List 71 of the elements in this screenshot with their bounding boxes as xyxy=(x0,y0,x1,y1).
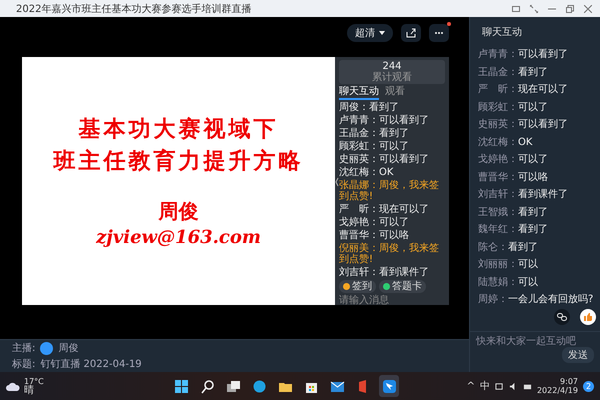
panel-action-button[interactable]: 答题卡 xyxy=(379,280,426,293)
more-button[interactable] xyxy=(429,24,449,42)
collapse-icon[interactable] xyxy=(335,177,339,187)
chat-message: 周俊：看到了 xyxy=(339,102,400,113)
panel-tab[interactable]: 聊天互动 xyxy=(339,86,379,100)
cloud-icon xyxy=(6,382,20,390)
panel-action-button[interactable]: 签到 xyxy=(339,280,376,293)
chat-message: 沈红梅：OK xyxy=(339,167,394,178)
restore-icon[interactable] xyxy=(566,4,574,12)
chat-message: 卢青青：可以看到了 xyxy=(478,49,569,61)
chat-message: 倪丽美：周俊，我来签到点赞! xyxy=(339,243,440,265)
chat-message: 严 昕：现在可以了 xyxy=(478,84,569,96)
chat-message: 戈婷艳：可以了 xyxy=(478,154,549,166)
slide-title: 基本功大赛视域下 xyxy=(78,115,278,144)
chat-title: 聊天互动 xyxy=(481,26,523,40)
topic-label: 标题: xyxy=(12,358,36,371)
window-title: 2022年嘉兴市班主任基本功大赛参赛选手培训群直播 xyxy=(16,2,252,16)
viewer-count: 244 xyxy=(382,61,402,72)
avatar-icon xyxy=(40,342,54,354)
topic-value: 钉钉直播 2022-04-19 xyxy=(40,358,142,371)
chat-message: 沈红梅：OK xyxy=(478,136,534,148)
caret-icon xyxy=(379,31,385,35)
panel-tab[interactable]: 观看 xyxy=(385,86,405,100)
temperature: 17°C xyxy=(24,376,44,386)
link-icon xyxy=(557,313,567,321)
close-icon[interactable] xyxy=(584,4,592,12)
chat-message: 史丽英：可以看到了 xyxy=(478,119,569,131)
chat-message: 王晶金：看到了 xyxy=(339,128,410,139)
chat-message: 顾彩虹：可以了 xyxy=(478,102,549,114)
weather-condition: 晴 xyxy=(24,386,35,396)
chat-message: 严 昕：现在可以了 xyxy=(339,204,430,215)
more-icon xyxy=(434,31,444,35)
viewer-count-label: 累计观看 xyxy=(372,72,412,83)
chat-message: 王智娥：看到了 xyxy=(478,206,549,218)
thumbs-up-icon xyxy=(584,313,592,321)
chat-message: 刘吉轩：看到课件了 xyxy=(339,267,430,278)
quality-dropdown[interactable]: 超清 xyxy=(347,24,393,42)
chat-message: 刘丽丽：可以 xyxy=(478,259,539,271)
slide-email: zjview@163.com xyxy=(96,227,261,248)
pip-icon[interactable] xyxy=(512,4,520,12)
chat-message: 戈婷艳：可以了 xyxy=(339,217,410,228)
fullscreen-icon[interactable] xyxy=(530,4,538,12)
chat-message: 曹晋华：可以咯 xyxy=(478,172,549,184)
host-label: 主播: xyxy=(12,342,36,355)
chat-message: 史丽英：可以看到了 xyxy=(339,154,430,165)
chat-message: 顾彩虹：可以了 xyxy=(339,141,410,152)
link-button[interactable] xyxy=(554,309,570,325)
tray-item[interactable]: ^ xyxy=(466,380,475,392)
like-button[interactable] xyxy=(580,309,596,325)
tray-item[interactable]: 中 xyxy=(480,379,490,393)
slide-title: 班主任教育力提升方略 xyxy=(54,147,304,176)
chat-message: 曹晋华：可以咯 xyxy=(339,230,410,241)
share-button[interactable] xyxy=(401,24,421,42)
clock-date: 2022/4/19 xyxy=(536,386,578,395)
share-icon xyxy=(406,28,416,38)
send-button[interactable]: 发送 xyxy=(562,347,594,363)
host-name: 周俊 xyxy=(58,342,78,355)
chat-message: 刘吉轩：看到课件了 xyxy=(478,189,569,201)
chat-message: 王晶金：看到了 xyxy=(478,66,549,78)
chat-message: 卢青青：可以看到了 xyxy=(339,115,430,126)
slide-author: 周俊 xyxy=(158,198,198,225)
chat-message: 魏年红：看到了 xyxy=(478,224,549,236)
chat-message: 陈仑：看到了 xyxy=(478,242,539,254)
battery-icon xyxy=(522,382,532,390)
notification-dot xyxy=(447,22,451,26)
message-input[interactable]: 请输入消息 xyxy=(339,295,445,305)
chat-message: 周婷：一会儿会有回放吗? xyxy=(478,294,594,306)
chat-message: 陆慧娟：可以 xyxy=(478,276,539,288)
clock-time: 9:07 xyxy=(560,377,578,386)
dingtalk-icon[interactable] xyxy=(379,375,400,397)
chat-message: 张晶娜：周俊，我来签到点赞! xyxy=(339,180,440,202)
